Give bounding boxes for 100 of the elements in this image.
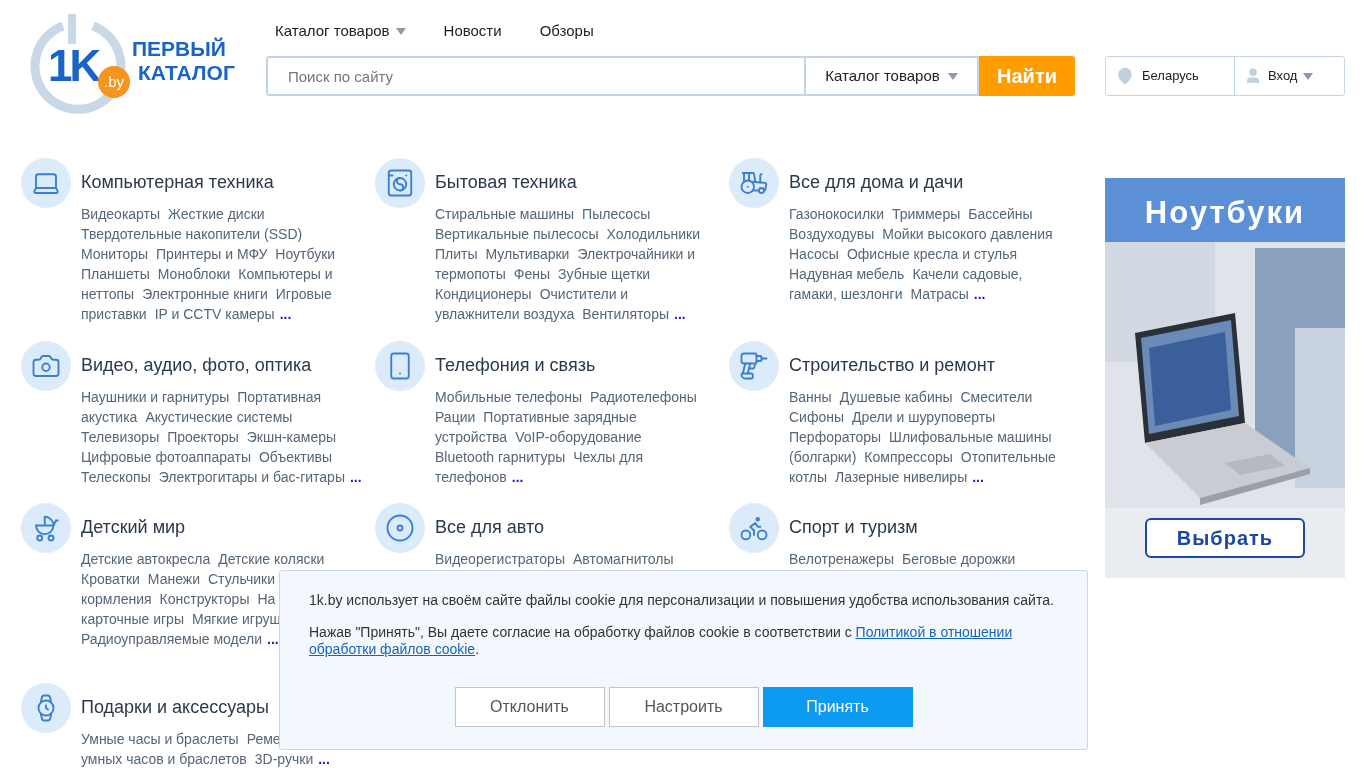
category-link[interactable]: Рации (435, 409, 476, 425)
nav-link[interactable]: Новости (443, 21, 502, 41)
category-link[interactable]: На (257, 591, 276, 607)
category-link[interactable]: Шлифовальные машины (889, 429, 1052, 445)
category-link[interactable]: Детские автокресла (81, 551, 211, 567)
category-link[interactable]: Офисные кресла и стулья (846, 246, 1018, 262)
category-link[interactable]: Газонокосилки (789, 206, 884, 222)
category-link[interactable]: Мобильные телефоны (435, 389, 582, 405)
region-selector[interactable]: Беларусь (1106, 57, 1235, 95)
category-link[interactable]: Мультиварки (485, 246, 570, 262)
category-link[interactable]: Вентиляторы (582, 306, 669, 322)
cookie-button[interactable]: Настроить (608, 687, 759, 727)
category-link[interactable]: Умные часы и браслеты (81, 731, 239, 747)
catalog-select[interactable]: Каталог товаров (806, 56, 979, 96)
more-link[interactable]: ... (973, 286, 986, 302)
category-link[interactable]: Конструкторы (159, 591, 250, 607)
category-link[interactable]: Цифровые фотоаппараты (81, 449, 251, 465)
category-link[interactable]: Проекторы (167, 429, 239, 445)
category-link[interactable]: Планшеты (81, 266, 150, 282)
category-link[interactable]: Мониторы (81, 246, 149, 262)
category-link[interactable]: Игровые (275, 286, 332, 302)
category-link[interactable]: Портативная (237, 389, 322, 405)
category-link[interactable]: Телескопы (81, 469, 151, 485)
category-link[interactable]: Радиоуправляемые модели (81, 631, 263, 647)
nav-link[interactable]: Обзоры (539, 21, 594, 41)
category-link[interactable]: Акустические системы (145, 409, 293, 425)
category-link[interactable]: кормления (81, 591, 152, 607)
category-link[interactable]: Беговые дорожки (901, 551, 1016, 567)
category-link[interactable]: Моноблоки (157, 266, 231, 282)
category-link[interactable]: Очистители и (539, 286, 629, 302)
category-link[interactable]: Видеорегистраторы (435, 551, 565, 567)
category-link[interactable]: гамаки, шезлонги (789, 286, 903, 302)
category-title[interactable]: Бытовая техника (435, 170, 700, 194)
category-link[interactable]: Велотренажеры (789, 551, 894, 567)
category-link[interactable]: Лазерные нивелиры (835, 469, 968, 485)
more-link[interactable]: ... (972, 469, 984, 485)
category-link[interactable]: Фены (513, 266, 550, 282)
category-link[interactable]: Дрели и шуруповерты (852, 409, 996, 425)
category-link[interactable]: Радиотелефоны (590, 389, 697, 405)
category-link[interactable]: Стиральные машины (435, 206, 575, 222)
category-link[interactable]: Надувная мебель (789, 266, 905, 282)
category-link[interactable]: Душевые кабины (839, 389, 953, 405)
category-link[interactable]: Твердотельные накопители (SSD) (81, 226, 303, 242)
category-link[interactable]: Сифоны (789, 409, 845, 425)
search-field[interactable]: Поиск по сайту (266, 56, 806, 96)
category-title[interactable]: Все для авто (435, 515, 674, 539)
category-link[interactable]: увлажнители воздуха (435, 306, 575, 322)
category-link[interactable]: Принтеры и МФУ (156, 246, 268, 262)
category-link[interactable]: Реме (246, 731, 281, 747)
category-link[interactable]: Перфораторы (789, 429, 882, 445)
category-title[interactable]: Видео, аудио, фото, оптика (81, 353, 362, 377)
policy-link[interactable]: обработки файлов cookie (309, 641, 476, 657)
category-link[interactable]: Триммеры (892, 206, 961, 222)
category-link[interactable]: (болгарки) (789, 449, 857, 465)
category-title[interactable]: Все для дома и дачи (789, 170, 1053, 194)
category-link[interactable]: акустика (81, 409, 138, 425)
category-link[interactable]: 3D-ручки (254, 751, 314, 767)
category-link[interactable]: Жесткие диски (168, 206, 265, 222)
category-link[interactable]: умных часов и браслетов (81, 751, 247, 767)
category-link[interactable]: Холодильники (606, 226, 700, 242)
category-link[interactable]: Пылесосы (582, 206, 651, 222)
category-link[interactable]: Компрессоры (864, 449, 953, 465)
category-link[interactable]: Чехлы для (573, 449, 644, 465)
category-link[interactable]: Кроватки (81, 571, 140, 587)
login-button[interactable]: Вход (1235, 57, 1314, 95)
category-link[interactable]: Ноутбуки (275, 246, 336, 262)
category-link[interactable]: Отопительные (960, 449, 1056, 465)
category-title[interactable]: Спорт и туризм (789, 515, 1016, 539)
category-link[interactable]: Смесители (960, 389, 1033, 405)
category-link[interactable]: Портативные зарядные (483, 409, 637, 425)
category-link[interactable]: Воздуходувы (789, 226, 875, 242)
ad-banner[interactable]: Ноутбуки Выбрать (1105, 178, 1345, 578)
category-link[interactable]: Ванны (789, 389, 832, 405)
category-link[interactable]: карточные игры (81, 611, 184, 627)
category-link[interactable]: Кондиционеры (435, 286, 532, 302)
category-link[interactable]: Манежи (147, 571, 200, 587)
category-link[interactable]: Bluetooth гарнитуры (435, 449, 566, 465)
category-link[interactable]: Компьютеры и (238, 266, 333, 282)
category-title[interactable]: Строительство и ремонт (789, 353, 1056, 377)
category-link[interactable]: Бассейны (968, 206, 1033, 222)
category-title[interactable]: Компьютерная техника (81, 170, 336, 194)
more-link[interactable]: ... (279, 306, 292, 322)
category-link[interactable]: устройства (435, 429, 508, 445)
category-link[interactable]: Мойки высокого давления (882, 226, 1053, 242)
category-link[interactable]: IP и CCTV камеры (154, 306, 275, 322)
category-link[interactable]: Автомагнитолы (572, 551, 674, 567)
category-link[interactable]: Матрасы (910, 286, 969, 302)
category-link[interactable]: Качели садовые, (912, 266, 1023, 282)
category-link[interactable]: Зубные щетки (558, 266, 651, 282)
policy-link[interactable]: Политикой в отношении (855, 624, 1013, 640)
nav-link[interactable]: Каталог товаров (275, 21, 406, 41)
category-title[interactable]: Детский мир (81, 515, 325, 539)
category-link[interactable]: Насосы (789, 246, 839, 262)
more-link[interactable]: ... (267, 631, 279, 647)
category-link[interactable]: Стульчики (208, 571, 275, 587)
category-link[interactable]: Объективы (258, 449, 332, 465)
ad-button[interactable]: Выбрать (1145, 518, 1305, 558)
category-link[interactable]: котлы (789, 469, 828, 485)
more-link[interactable]: ... (674, 306, 686, 322)
category-title[interactable]: Телефония и связь (435, 353, 697, 377)
